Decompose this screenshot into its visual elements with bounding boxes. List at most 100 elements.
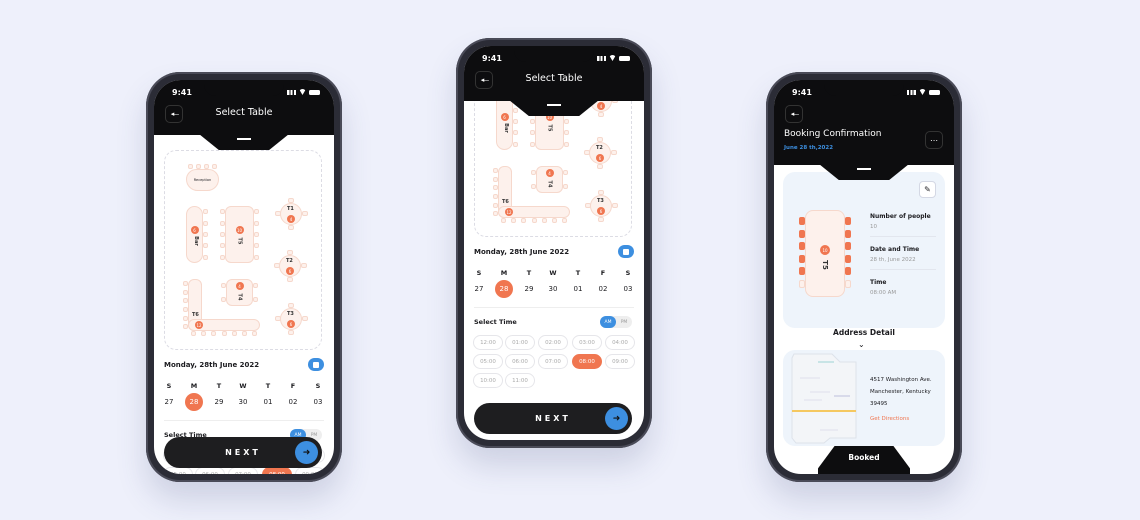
time-slot-0600[interactable]: 06:00 bbox=[505, 354, 535, 369]
chevron-down-icon[interactable]: ⌄ bbox=[858, 340, 865, 349]
chair bbox=[253, 296, 258, 302]
next-button[interactable]: NEXT ➜ bbox=[164, 437, 322, 468]
day-01[interactable]: 01 bbox=[259, 398, 277, 406]
chair bbox=[493, 211, 498, 217]
time-slot-0600[interactable]: 06:00 bbox=[195, 467, 225, 474]
day-27[interactable]: 27 bbox=[470, 285, 488, 293]
status-bar-icons bbox=[597, 55, 630, 61]
more-button[interactable]: ⋯ bbox=[925, 131, 943, 149]
booked-button[interactable]: Booked bbox=[818, 446, 910, 474]
map-thumbnail[interactable] bbox=[790, 352, 858, 444]
chair bbox=[530, 119, 535, 124]
battery-icon bbox=[929, 89, 940, 95]
calendar-button[interactable] bbox=[618, 245, 634, 258]
chair bbox=[531, 183, 536, 189]
time-slot-0900[interactable]: 09:00 bbox=[605, 354, 635, 369]
day-30[interactable]: 30 bbox=[544, 285, 562, 293]
time-slot-0300[interactable]: 03:00 bbox=[572, 335, 602, 350]
table-shape[interactable] bbox=[225, 206, 254, 263]
day-28[interactable]: 28 bbox=[185, 393, 203, 411]
chair bbox=[531, 218, 537, 223]
pm-option[interactable]: PM bbox=[616, 316, 632, 328]
calendar-button[interactable] bbox=[308, 358, 324, 371]
chair bbox=[288, 198, 294, 203]
status-bar-icons bbox=[287, 89, 320, 95]
table-label: T2 bbox=[596, 145, 603, 151]
day-03[interactable]: 03 bbox=[309, 398, 327, 406]
address-line: 4517 Washington Ave. bbox=[870, 377, 932, 383]
signal-icon bbox=[907, 89, 916, 95]
table-shape[interactable] bbox=[496, 93, 513, 150]
time-slot-0700[interactable]: 07:00 bbox=[228, 467, 258, 474]
table-label: Bar bbox=[502, 123, 509, 133]
address-title: Address Detail bbox=[833, 328, 895, 337]
wifi-icon bbox=[609, 55, 616, 61]
seat-count-badge: 10 bbox=[820, 245, 830, 255]
day-29[interactable]: 29 bbox=[210, 398, 228, 406]
chair bbox=[254, 220, 259, 226]
time-slot-0400[interactable]: 04:00 bbox=[605, 335, 635, 350]
get-directions-link[interactable]: Get Directions bbox=[870, 416, 909, 422]
chair bbox=[845, 267, 851, 275]
chair bbox=[799, 229, 805, 238]
day-27[interactable]: 27 bbox=[160, 398, 178, 406]
seat-count-badge: 4 bbox=[287, 215, 295, 223]
day-29[interactable]: 29 bbox=[520, 285, 538, 293]
weekday-label: T bbox=[216, 382, 222, 390]
day-02[interactable]: 02 bbox=[284, 398, 302, 406]
chair bbox=[597, 137, 603, 142]
page-title: Booking Confirmation bbox=[784, 129, 882, 139]
chair bbox=[242, 331, 248, 336]
edit-button[interactable]: ✎ bbox=[919, 181, 936, 198]
next-label: NEXT bbox=[535, 414, 571, 423]
next-arrow-button[interactable]: ➜ bbox=[605, 407, 628, 430]
time-slot-0500[interactable]: 05:00 bbox=[473, 354, 503, 369]
chair bbox=[845, 242, 851, 250]
time-slot-0800[interactable]: 08:00 bbox=[262, 467, 292, 474]
chair bbox=[598, 217, 604, 222]
wifi-icon bbox=[299, 89, 306, 95]
chair bbox=[200, 331, 206, 336]
weekday-label: M bbox=[500, 269, 508, 277]
time-slot-1000[interactable]: 10:00 bbox=[473, 373, 503, 388]
chair bbox=[203, 220, 208, 226]
day-01[interactable]: 01 bbox=[569, 285, 587, 293]
time-slot-0200[interactable]: 02:00 bbox=[538, 335, 568, 350]
divider bbox=[870, 236, 936, 237]
table-shape[interactable] bbox=[186, 206, 203, 263]
next-button[interactable]: NEXT ➜ bbox=[474, 403, 632, 434]
chair bbox=[530, 141, 535, 147]
chair bbox=[221, 331, 227, 336]
screen: ✎ 10 T5 Number of people 10 Date and Time 28… bbox=[774, 80, 954, 474]
chair bbox=[287, 277, 293, 282]
time-slot-0700[interactable]: 07:00 bbox=[538, 354, 568, 369]
chair bbox=[288, 225, 294, 230]
day-28[interactable]: 28 bbox=[495, 280, 513, 298]
day-30[interactable]: 30 bbox=[234, 398, 252, 406]
time-slot-1200[interactable]: 12:00 bbox=[473, 335, 503, 350]
day-02[interactable]: 02 bbox=[594, 285, 612, 293]
chair bbox=[254, 254, 259, 260]
field-label: Date and Time bbox=[870, 246, 920, 253]
weekday-label: T bbox=[526, 269, 532, 277]
chair bbox=[203, 243, 208, 249]
day-03[interactable]: 03 bbox=[619, 285, 637, 293]
next-arrow-button[interactable]: ➜ bbox=[295, 441, 318, 464]
time-slot-0900[interactable]: 09:00 bbox=[295, 467, 325, 474]
time-slot-1100[interactable]: 11:00 bbox=[505, 373, 535, 388]
back-button[interactable]: ◂— bbox=[785, 105, 803, 123]
time-slot-0800[interactable]: 08:00 bbox=[572, 354, 602, 369]
am-option[interactable]: AM bbox=[600, 316, 616, 328]
weekday-label: T bbox=[265, 382, 271, 390]
weekday-label: W bbox=[239, 382, 247, 390]
seat-count-badge: 4 bbox=[597, 102, 605, 110]
notch bbox=[204, 80, 284, 96]
divider bbox=[870, 269, 936, 270]
chair bbox=[288, 330, 294, 335]
seat-count-badge: 6 bbox=[597, 207, 605, 215]
am-pm-toggle[interactable]: AM PM bbox=[600, 316, 632, 328]
weekday-label: S bbox=[476, 269, 482, 277]
time-slot-0100[interactable]: 01:00 bbox=[505, 335, 535, 350]
reception-area: Reception bbox=[186, 169, 219, 191]
time-slot-0500[interactable]: 05:00 bbox=[163, 467, 193, 474]
